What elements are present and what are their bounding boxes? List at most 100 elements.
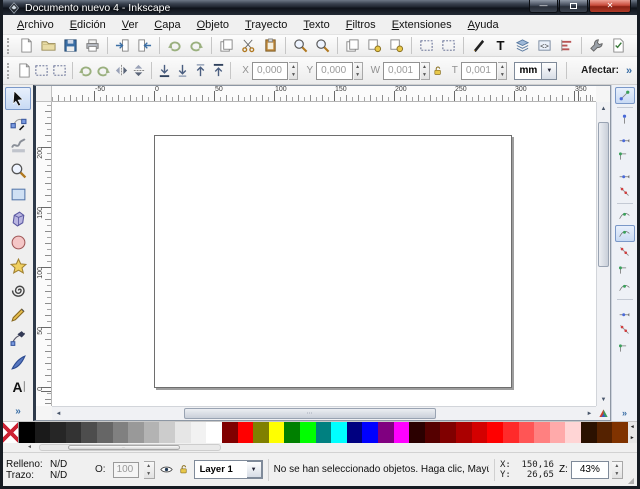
x-field[interactable]: 0,000 <box>252 62 288 80</box>
x-spinner-up[interactable]: ▲ <box>289 63 297 71</box>
undo-button[interactable] <box>164 36 185 56</box>
node-tool[interactable] <box>5 111 31 134</box>
palette-swatch[interactable] <box>409 422 425 443</box>
snap-bbox-edges-button[interactable] <box>615 129 635 146</box>
palette-swatch[interactable] <box>206 422 222 443</box>
snap-path-intersections-button[interactable] <box>615 243 635 260</box>
title-bar[interactable]: Documento nuevo 4 - Inkscape — ✕ <box>3 0 637 15</box>
vertical-ruler[interactable]: 200150100500 <box>36 102 52 406</box>
rectangle-tool[interactable] <box>5 183 31 206</box>
toolbar-grip[interactable] <box>7 38 11 54</box>
copy-button[interactable] <box>216 36 237 56</box>
w-spinner-down[interactable]: ▼ <box>421 71 429 79</box>
w-spinner[interactable]: ▲▼ <box>421 62 430 80</box>
fill-stroke-indicator[interactable]: Relleno: N/D Trazo: N/D <box>6 459 76 481</box>
select-all-button[interactable] <box>16 61 33 81</box>
vertical-scroll-thumb[interactable] <box>598 122 609 267</box>
t-spinner-down[interactable]: ▼ <box>498 71 506 79</box>
zoom-drawing-button[interactable] <box>312 36 333 56</box>
close-button[interactable]: ✕ <box>589 0 631 13</box>
palette-swatch[interactable] <box>519 422 535 443</box>
palette-swatch[interactable] <box>253 422 269 443</box>
color-managed-view-button[interactable] <box>596 406 610 420</box>
horizontal-scroll-thumb[interactable]: ⋯ <box>184 408 436 419</box>
palette-swatch[interactable] <box>487 422 503 443</box>
palette-swatch[interactable] <box>362 422 378 443</box>
pencil-tool[interactable] <box>5 303 31 326</box>
redo-button[interactable] <box>186 36 207 56</box>
select-all-layers-button[interactable] <box>33 61 50 81</box>
horizontal-ruler[interactable]: -50050100150200250300350 <box>52 86 596 102</box>
text-dialog-button[interactable] <box>490 36 511 56</box>
horizontal-scrollbar[interactable]: ◄ ⋯ ► <box>52 406 596 420</box>
w-field[interactable]: 0,001 <box>383 62 419 80</box>
tweak-tool[interactable] <box>5 135 31 158</box>
palette-swatch[interactable] <box>440 422 456 443</box>
palette-swatch[interactable] <box>456 422 472 443</box>
y-spinner[interactable]: ▲▼ <box>354 62 363 80</box>
resize-grip[interactable]: ◢ <box>628 476 634 486</box>
scroll-right-arrow[interactable]: ► <box>583 407 596 420</box>
zoom-spinner-down[interactable]: ▼ <box>612 470 622 478</box>
menu-item-extensiones[interactable]: Extensiones <box>384 17 460 33</box>
snap-bbox-button[interactable] <box>615 111 635 128</box>
palette-swatch[interactable] <box>113 422 129 443</box>
palette-scroll-track[interactable]: ⋯ <box>39 444 221 451</box>
new-document-button[interactable] <box>16 36 37 56</box>
document-properties-button[interactable] <box>608 36 629 56</box>
zoom-spinner-up[interactable]: ▲ <box>612 462 622 470</box>
snap-cusp-nodes-button[interactable] <box>615 261 635 278</box>
scroll-down-arrow[interactable]: ▼ <box>597 393 610 406</box>
snap-rotation-centers-button[interactable] <box>615 339 635 356</box>
toolbar-grip[interactable] <box>7 63 11 79</box>
unit-dropdown-arrow[interactable]: ▼ <box>542 62 557 80</box>
rotate-cw-button[interactable] <box>95 61 112 81</box>
calligraphy-tool[interactable] <box>5 351 31 374</box>
y-spinner-up[interactable]: ▲ <box>354 63 362 71</box>
menu-item-objeto[interactable]: Objeto <box>189 17 237 33</box>
lower-button[interactable] <box>174 61 191 81</box>
y-spinner-down[interactable]: ▼ <box>354 71 362 79</box>
open-document-button[interactable] <box>38 36 59 56</box>
palette-swatch[interactable] <box>222 422 238 443</box>
opacity-spinner[interactable]: ▲▼ <box>144 461 155 479</box>
text-tool[interactable] <box>5 375 31 398</box>
menu-item-ver[interactable]: Ver <box>114 17 147 33</box>
opacity-spinner-up[interactable]: ▲ <box>144 462 154 470</box>
palette-scroll-left[interactable]: ◄ <box>628 422 637 433</box>
box3d-tool[interactable] <box>5 207 31 230</box>
palette-swatch[interactable] <box>316 422 332 443</box>
palette-swatch[interactable] <box>19 422 35 443</box>
lock-dimensions-toggle[interactable] <box>432 64 443 78</box>
lower-to-bottom-button[interactable] <box>156 61 173 81</box>
palette-swatch[interactable] <box>378 422 394 443</box>
palette-swatch[interactable] <box>581 422 597 443</box>
opacity-field[interactable]: 100 <box>113 462 139 478</box>
palette-swatch[interactable] <box>503 422 519 443</box>
zoom-selection-button[interactable] <box>290 36 311 56</box>
group-button[interactable] <box>416 36 437 56</box>
snapbar-overflow-button[interactable]: » <box>622 408 627 418</box>
t-field[interactable]: 0,001 <box>461 62 497 80</box>
scroll-left-arrow[interactable]: ◄ <box>52 407 65 420</box>
minimize-button[interactable]: — <box>529 0 558 13</box>
palette-swatch[interactable] <box>269 422 285 443</box>
palette-scroll-left-arrow[interactable]: ◄ <box>27 444 32 450</box>
menu-item-trayecto[interactable]: Trayecto <box>237 17 295 33</box>
palette-swatch[interactable] <box>175 422 191 443</box>
unit-selector[interactable]: mm▼ <box>514 62 557 80</box>
tool-controls-overflow-button[interactable]: » <box>626 65 632 77</box>
flip-vertical-button[interactable] <box>130 61 147 81</box>
palette-swatch[interactable] <box>597 422 613 443</box>
snap-smooth-nodes-button[interactable] <box>615 279 635 296</box>
zoom-spinner[interactable]: ▲▼ <box>612 461 623 479</box>
palette-swatch[interactable] <box>159 422 175 443</box>
palette-swatch[interactable] <box>238 422 254 443</box>
menu-item-edicion[interactable]: Edición <box>62 17 114 33</box>
y-field[interactable]: 0,000 <box>316 62 352 80</box>
layer-visibility-toggle[interactable] <box>160 463 173 476</box>
snap-bbox-edge-midpoints-button[interactable] <box>615 165 635 182</box>
snap-bbox-centers-button[interactable] <box>615 183 635 200</box>
palette-swatch[interactable] <box>612 422 628 443</box>
opacity-spinner-down[interactable]: ▼ <box>144 470 154 478</box>
